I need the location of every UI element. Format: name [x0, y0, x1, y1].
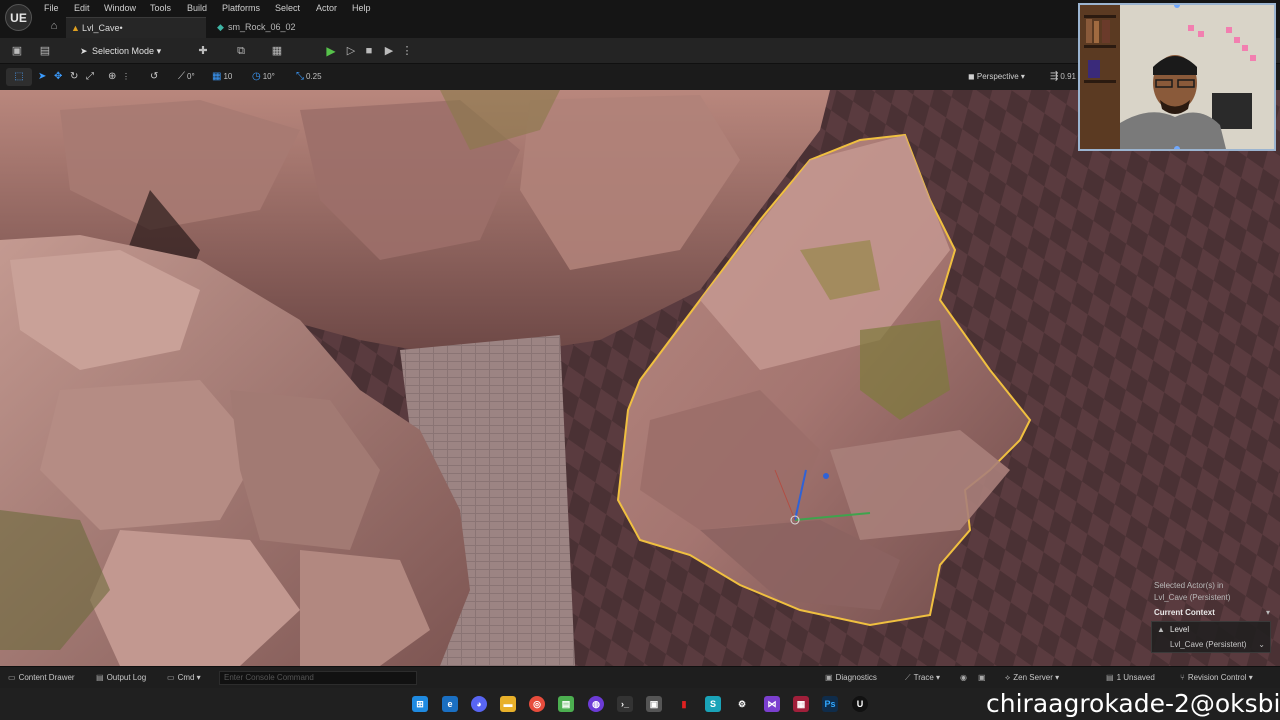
context-level-value: Lvl_Cave (Persistent) [1170, 640, 1247, 649]
selection-mode-dropdown[interactable]: ➤ Selection Mode ▾ [76, 42, 168, 60]
windows-start-icon[interactable]: ⊞ [412, 696, 428, 712]
selection-mode-label: Selection Mode [92, 46, 155, 56]
context-level-label: Level [1170, 625, 1190, 634]
steam-icon[interactable]: ⚙ [734, 696, 750, 712]
unreal-icon[interactable]: U [852, 696, 868, 712]
payment-id-overlay: chiraagrokade-2@oksbi [986, 689, 1280, 718]
trace-icon: ⟋ [905, 673, 911, 682]
revision-control-dropdown[interactable]: ⑂ Revision Control ▾ [1180, 672, 1253, 684]
menu-platforms[interactable]: Platforms [222, 2, 260, 14]
tab-label: sm_Rock_06_02 [228, 22, 296, 32]
zen-server-dropdown[interactable]: ⟡ Zen Server ▾ [1005, 672, 1059, 684]
diagnostics-icon: ▣ [825, 673, 833, 682]
scale-tool-icon[interactable]: ⤢ [86, 70, 96, 84]
menu-file[interactable]: File [44, 2, 59, 14]
substance-icon[interactable]: ▦ [793, 696, 809, 712]
content-drawer-icon: ▭ [8, 673, 16, 682]
menu-build[interactable]: Build [187, 2, 207, 14]
menu-help[interactable]: Help [352, 2, 371, 14]
status-bar: ▭ Content Drawer ▤ Output Log ▭ Cmd ▾ Enter… [0, 666, 1280, 688]
camera-speed-button[interactable]: ⇶ 0.91 [1050, 70, 1076, 84]
output-log-button[interactable]: ▤ Output Log [96, 672, 146, 684]
unsaved-icon: ▤ [1106, 673, 1114, 682]
static-mesh-icon: ◆ [217, 22, 224, 32]
notepad-icon[interactable]: ▤ [558, 696, 574, 712]
current-context-header[interactable]: Current Context ▾ [1154, 608, 1274, 617]
rotate-snap-toggle[interactable]: ⟋ 0° [178, 70, 195, 84]
webcam-overlay [1078, 3, 1276, 151]
cinematics-icon[interactable]: ▦ [270, 44, 284, 58]
menu-edit[interactable]: Edit [74, 2, 90, 14]
menu-select[interactable]: Select [275, 2, 300, 14]
angle-snap-toggle[interactable]: ◷ 10° [252, 70, 275, 84]
more-icon[interactable]: ⋮ [122, 70, 130, 84]
zen-server-icon: ⟡ [1005, 673, 1011, 682]
cmd-dropdown[interactable]: ▭ Cmd ▾ [167, 672, 201, 684]
transform-mode-button[interactable]: ⬚ [6, 68, 32, 86]
select-tool-icon[interactable]: ➤ [38, 70, 48, 84]
webcam-image [1080, 5, 1274, 149]
obs-icon[interactable]: ◍ [588, 696, 604, 712]
viewport-scene [0, 90, 1280, 666]
blueprint-icon[interactable]: ⧉ [234, 44, 248, 58]
level-icon: ▲ [71, 23, 80, 33]
tab-lvl-cave[interactable]: ▲ Lvl_Cave• [66, 17, 206, 38]
grid-snap-toggle[interactable]: ▦ 10 [212, 70, 232, 84]
current-context-box[interactable]: ▲ Level Lvl_Cave (Persistent) ⌄ [1151, 621, 1271, 653]
perspective-dropdown[interactable]: ◼ Perspective ▾ [968, 70, 1025, 84]
selected-actors-info: Selected Actor(s) in Lvl_Cave (Persisten… [1154, 581, 1231, 602]
chevron-down-icon: ▾ [156, 46, 162, 56]
home-icon[interactable]: ⌂ [48, 20, 60, 32]
photoshop-icon[interactable]: Ps [822, 696, 838, 712]
chrome-icon[interactable]: ◎ [529, 696, 545, 712]
more-icon[interactable]: ⋮ [400, 44, 414, 58]
content-drawer-button[interactable]: ▭ Content Drawer [8, 672, 75, 684]
file-explorer-icon[interactable]: ▬ [500, 696, 516, 712]
tab-label: Lvl_Cave• [82, 23, 123, 33]
visual-studio-icon[interactable]: ⋈ [764, 696, 780, 712]
menu-window[interactable]: Window [104, 2, 136, 14]
app-teal-icon[interactable]: S [705, 696, 721, 712]
app-red-icon[interactable]: ▮ [676, 696, 692, 712]
level-icon: ▲ [1157, 625, 1165, 634]
camera-icon: ◼ [968, 72, 977, 81]
rotate-tool-icon[interactable]: ↻ [70, 70, 80, 84]
app-icon[interactable]: ▣ [646, 696, 662, 712]
step-icon[interactable]: ▷ [344, 44, 358, 58]
revision-control-icon: ⑂ [1180, 673, 1185, 682]
unsaved-button[interactable]: ▤ 1 Unsaved [1106, 672, 1155, 684]
resize-handle-icon [1174, 146, 1180, 149]
discord-icon[interactable]: ◕ [471, 696, 487, 712]
chevron-down-icon: ▾ [1265, 608, 1270, 617]
scale-snap-toggle[interactable]: ⤡ 0.25 [296, 70, 322, 84]
output-log-icon: ▤ [96, 673, 104, 682]
chevron-down-icon: ⌄ [1258, 640, 1265, 649]
tab-sm-rock[interactable]: ◆ sm_Rock_06_02 [212, 17, 332, 38]
level-viewport[interactable]: Selected Actor(s) in Lvl_Cave (Persisten… [0, 90, 1280, 666]
record-icon[interactable]: ◉ [960, 672, 970, 684]
console-command-input[interactable]: Enter Console Command [219, 671, 417, 685]
unreal-logo-icon[interactable]: UE [5, 4, 32, 31]
surface-snap-icon[interactable]: ↺ [150, 70, 160, 84]
snapshot-icon[interactable]: ▣ [978, 672, 989, 684]
stop-icon[interactable]: ■ [362, 44, 376, 58]
add-actor-icon[interactable]: ✚ [196, 44, 210, 58]
launch-icon[interactable]: ▶ [382, 44, 396, 58]
terminal-icon[interactable]: ›_ [617, 696, 633, 712]
save-icon[interactable]: ▣ [10, 44, 24, 58]
content-icon[interactable]: ▤ [38, 44, 52, 58]
cursor-icon: ➤ [80, 46, 88, 56]
translate-tool-icon[interactable]: ✥ [54, 70, 64, 84]
menu-tools[interactable]: Tools [150, 2, 171, 14]
diagnostics-button[interactable]: ▣ Diagnostics [825, 672, 877, 684]
terminal-icon: ▭ [167, 673, 175, 682]
edge-icon[interactable]: e [442, 696, 458, 712]
menu-actor[interactable]: Actor [316, 2, 337, 14]
trace-dropdown[interactable]: ⟋ Trace ▾ [905, 672, 940, 684]
chevron-down-icon: ▾ [1018, 72, 1025, 81]
play-icon[interactable]: ▶ [324, 44, 338, 58]
world-space-icon[interactable]: ⊕ [108, 70, 118, 84]
